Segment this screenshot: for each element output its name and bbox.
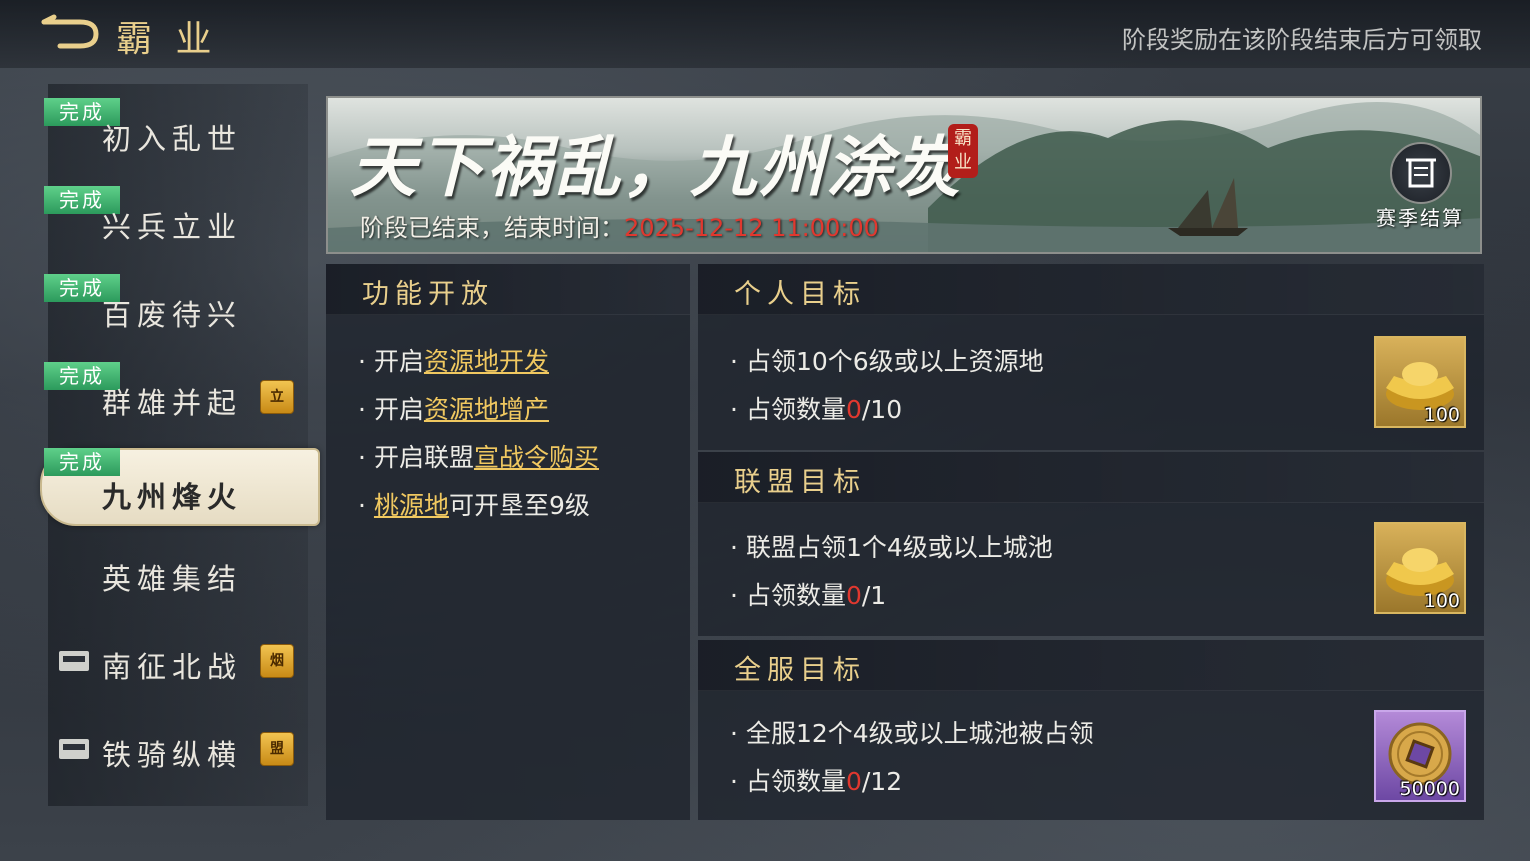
stage-token-icon: 立 [260, 380, 294, 414]
lock-icon [59, 739, 89, 759]
lock-icon [59, 651, 89, 671]
goal-description: · 全服12个4级或以上城池被占领 [730, 719, 1094, 748]
page-title: 霸 业 [116, 19, 218, 60]
panel-header: 功能开放 [326, 264, 690, 315]
stage-token-icon: 烟 [260, 644, 294, 678]
progress-total: /1 [861, 581, 887, 610]
progress-total: /12 [861, 767, 903, 796]
reward-quantity: 100 [1423, 590, 1460, 612]
banner-title: 天下祸乱，九州涂炭 [350, 128, 962, 206]
feature-line: · 开启资源地增产 [358, 395, 549, 424]
progress-total: /10 [861, 395, 903, 424]
feature-text: 开启 [373, 395, 424, 424]
reward-gold-ingot[interactable]: 100 [1374, 336, 1466, 428]
reward-coin[interactable]: 50000 [1374, 710, 1466, 802]
stage-token-icon: 盟 [260, 732, 294, 766]
panel-header: 联盟目标 [698, 452, 1484, 503]
feature-line: · 开启资源地开发 [358, 347, 549, 376]
stage-end-time: 2025-12-12 11:00:00 [624, 214, 879, 242]
reward-hint-text: 阶段奖励在该阶段结束后方可领取 [1122, 26, 1482, 54]
goal-text: 联盟占领1个4级或以上城池 [745, 533, 1053, 562]
progress-current: 0 [845, 395, 862, 424]
progress-current: 0 [845, 581, 862, 610]
alliance-goal-section: 联盟目标 · 联盟占领1个4级或以上城池 · 占领数量0/1 100 [698, 452, 1484, 636]
server-goal-section: 全服目标 · 全服12个4级或以上城池被占领 · 占领数量0/12 50000 [698, 640, 1484, 820]
feature-line: · 桃源地可开垦至9级 [358, 491, 590, 520]
sidebar-item-label: 铁骑纵横 [102, 738, 243, 772]
season-settlement-button[interactable]: 赛季结算 [1370, 142, 1466, 238]
panel-header: 全服目标 [698, 640, 1484, 691]
sidebar-item-stage-8[interactable]: 铁骑纵横 盟 [48, 704, 308, 784]
season-settlement-label: 赛季结算 [1376, 206, 1464, 230]
seal-stamp: 霸业 [948, 124, 978, 178]
panel-title: 功能开放 [362, 279, 494, 310]
feature-text: 可开垦至9级 [448, 491, 590, 520]
progress-label: 占领数量 [745, 395, 846, 424]
feature-link-resource-boost[interactable]: 资源地增产 [424, 395, 549, 424]
goal-description: · 占领10个6级或以上资源地 [730, 347, 1044, 376]
sidebar-item-label: 九州烽火 [102, 480, 243, 514]
sidebar-item-stage-3[interactable]: 完成 百废待兴 [44, 264, 308, 344]
goal-progress: · 占领数量0/1 [730, 581, 887, 610]
panel-header: 个人目标 [698, 264, 1484, 315]
feature-line: · 开启联盟宣战令购买 [358, 443, 599, 472]
sidebar-item-stage-4[interactable]: 完成 群雄并起 立 [44, 352, 308, 432]
reward-quantity: 100 [1423, 404, 1460, 426]
feature-link-peach-land[interactable]: 桃源地 [374, 491, 449, 520]
stage-banner: 天下祸乱，九州涂炭 霸业 阶段已结束，结束时间：2025-12-12 11:00… [326, 96, 1482, 254]
feature-link-war-order[interactable]: 宣战令购买 [474, 443, 599, 472]
sidebar-item-stage-6[interactable]: 英雄集结 [48, 528, 308, 608]
sidebar-item-label: 英雄集结 [102, 562, 243, 596]
stage-status: 阶段已结束，结束时间：2025-12-12 11:00:00 [360, 208, 879, 243]
complete-badge: 完成 [44, 448, 120, 476]
feature-unlock-panel: 功能开放 · 开启资源地开发 · 开启资源地增产 · 开启联盟宣战令购买 · 桃源地可开… [326, 264, 690, 820]
progress-label: 占领数量 [745, 581, 846, 610]
goal-text: 全服12个4级或以上城池被占领 [745, 719, 1094, 748]
sidebar-item-label: 南征北战 [102, 650, 243, 684]
panel-title: 联盟目标 [734, 467, 866, 498]
progress-current: 0 [845, 767, 862, 796]
panel-title: 全服目标 [734, 655, 866, 686]
progress-label: 占领数量 [745, 767, 846, 796]
feature-link-resource-develop[interactable]: 资源地开发 [424, 347, 549, 376]
scroll-icon [1390, 142, 1452, 204]
sidebar-item-label: 初入乱世 [102, 122, 243, 156]
feature-text: 开启 [373, 347, 424, 376]
stage-status-label: 阶段已结束，结束时间： [360, 214, 624, 242]
goal-description: · 联盟占领1个4级或以上城池 [730, 533, 1053, 562]
sidebar-item-label: 百废待兴 [102, 298, 243, 332]
reward-gold-ingot[interactable]: 100 [1374, 522, 1466, 614]
sidebar-item-label: 群雄并起 [102, 386, 243, 420]
back-button[interactable] [40, 14, 102, 50]
sidebar-item-stage-7[interactable]: 南征北战 烟 [48, 616, 308, 696]
sidebar-item-label: 兴兵立业 [102, 210, 243, 244]
goal-progress: · 占领数量0/10 [730, 395, 903, 424]
reward-quantity: 50000 [1399, 778, 1460, 800]
back-arrow-icon [41, 14, 99, 49]
personal-goal-section: 个人目标 · 占领10个6级或以上资源地 · 占领数量0/10 100 [698, 264, 1484, 450]
goal-text: 占领10个6级或以上资源地 [745, 347, 1044, 376]
goal-progress: · 占领数量0/12 [730, 767, 903, 796]
stage-sidebar: 完成 初入乱世 完成 兴兵立业 完成 百废待兴 完成 群雄并起 立 完成 九州烽… [40, 84, 320, 806]
sidebar-item-stage-1[interactable]: 完成 初入乱世 [44, 88, 308, 168]
panel-title: 个人目标 [734, 279, 866, 310]
feature-text: 开启联盟 [373, 443, 474, 472]
sidebar-item-stage-2[interactable]: 完成 兴兵立业 [44, 176, 308, 256]
top-bar: 霸 业 阶段奖励在该阶段结束后方可领取 [0, 0, 1530, 68]
sidebar-item-stage-5[interactable]: 完成 九州烽火 [40, 438, 320, 526]
